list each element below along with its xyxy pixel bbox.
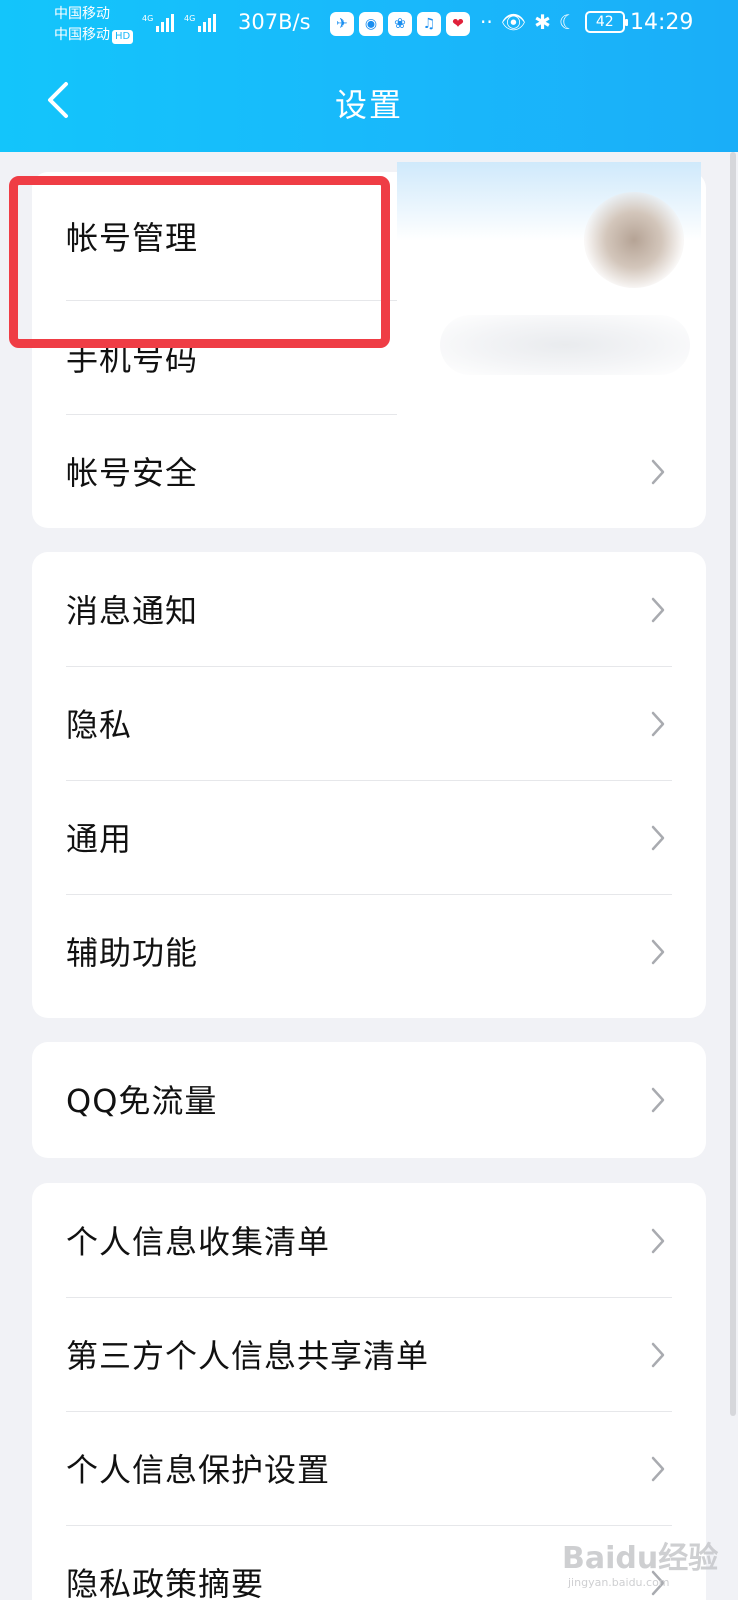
settings-item-privacy-protection[interactable]: 个人信息保护设置 xyxy=(32,1411,706,1525)
settings-item-notifications[interactable]: 消息通知 xyxy=(32,552,706,666)
svg-text:4G: 4G xyxy=(184,14,195,23)
baidu-icon: ❀ xyxy=(388,12,412,36)
chevron-right-icon xyxy=(651,1228,665,1254)
svg-text:Baidu经验: Baidu经验 xyxy=(562,1541,718,1576)
clock: 14:29 xyxy=(630,10,694,35)
bluetooth-icon: ✱ xyxy=(534,10,551,34)
scrollbar[interactable] xyxy=(730,152,736,1416)
settings-item-general[interactable]: 通用 xyxy=(32,780,706,894)
settings-item-third-party-sharing[interactable]: 第三方个人信息共享清单 xyxy=(32,1297,706,1411)
signal-icon: 4G xyxy=(142,14,174,32)
battery-level: 42 xyxy=(595,14,614,30)
item-label: 个人信息收集清单 xyxy=(66,1223,331,1261)
carrier-info: 中国移动 中国移动 HD xyxy=(54,4,134,46)
settings-item-privacy[interactable]: 隐私 xyxy=(32,666,706,780)
hd-badge: HD xyxy=(112,30,134,44)
settings-item-qq-free-data[interactable]: QQ免流量 xyxy=(32,1042,706,1156)
baidu-watermark: Baidu经验 jingyan.baidu.com xyxy=(562,1541,718,1589)
settings-item-personal-info-list[interactable]: 个人信息收集清单 xyxy=(32,1183,706,1297)
item-label: 隐私 xyxy=(66,706,133,744)
pinduoduo-icon: ❤ xyxy=(446,12,470,36)
chevron-right-icon xyxy=(651,459,665,485)
item-label: 隐私政策摘要 xyxy=(66,1565,265,1600)
notification-icons: ✈ ◉ ❀ ♫ ❤ xyxy=(330,12,470,36)
settings-item-accessibility[interactable]: 辅助功能 xyxy=(32,894,706,1008)
status-bar: 中国移动 中国移动 HD 4G 4G 307B/s ✈ ◉ ❀ ♫ ❤ ·· 👁 … xyxy=(0,0,738,48)
blurred-account-info xyxy=(440,315,690,375)
item-label: 帐号安全 xyxy=(66,454,199,492)
chevron-right-icon xyxy=(651,1087,665,1113)
carrier-2: 中国移动 xyxy=(54,27,110,43)
moon-icon: ☾ xyxy=(558,10,577,34)
data-section: QQ免流量 xyxy=(32,1042,706,1158)
chevron-right-icon xyxy=(651,939,665,965)
item-label: 辅助功能 xyxy=(66,934,199,972)
svg-text:jingyan.baidu.com: jingyan.baidu.com xyxy=(567,1576,670,1589)
page-title: 设置 xyxy=(334,86,403,124)
item-label: 个人信息保护设置 xyxy=(66,1451,331,1489)
svg-text:4G: 4G xyxy=(142,14,153,23)
item-label: 第三方个人信息共享清单 xyxy=(66,1337,430,1375)
chevron-right-icon xyxy=(651,597,665,623)
item-label: QQ免流量 xyxy=(66,1082,218,1120)
signal-icon: 4G xyxy=(184,14,216,32)
general-section: 消息通知 隐私 通用 辅助功能 xyxy=(32,552,706,1018)
chevron-right-icon xyxy=(651,1456,665,1482)
chevron-right-icon xyxy=(651,711,665,737)
chevron-right-icon xyxy=(651,1342,665,1368)
carrier-1: 中国移动 xyxy=(54,6,110,22)
dots-icon: ·· xyxy=(480,10,493,34)
system-icons: ·· 👁 ✱ ☾ 42 xyxy=(480,10,628,34)
chevron-right-icon xyxy=(651,825,665,851)
highlight-annotation xyxy=(9,176,390,348)
settings-item-account-security[interactable]: 帐号安全 xyxy=(32,414,706,528)
eye-icon: 👁 xyxy=(500,10,527,34)
item-label: 通用 xyxy=(66,820,133,858)
blurred-avatar xyxy=(584,192,684,288)
telegram-icon: ✈ xyxy=(330,12,354,36)
battery-icon: 42 xyxy=(584,11,628,33)
item-label: 消息通知 xyxy=(66,592,199,630)
qq-icon: ◉ xyxy=(359,12,383,36)
network-speed: 307B/s xyxy=(238,10,311,34)
music-icon: ♫ xyxy=(417,12,441,36)
